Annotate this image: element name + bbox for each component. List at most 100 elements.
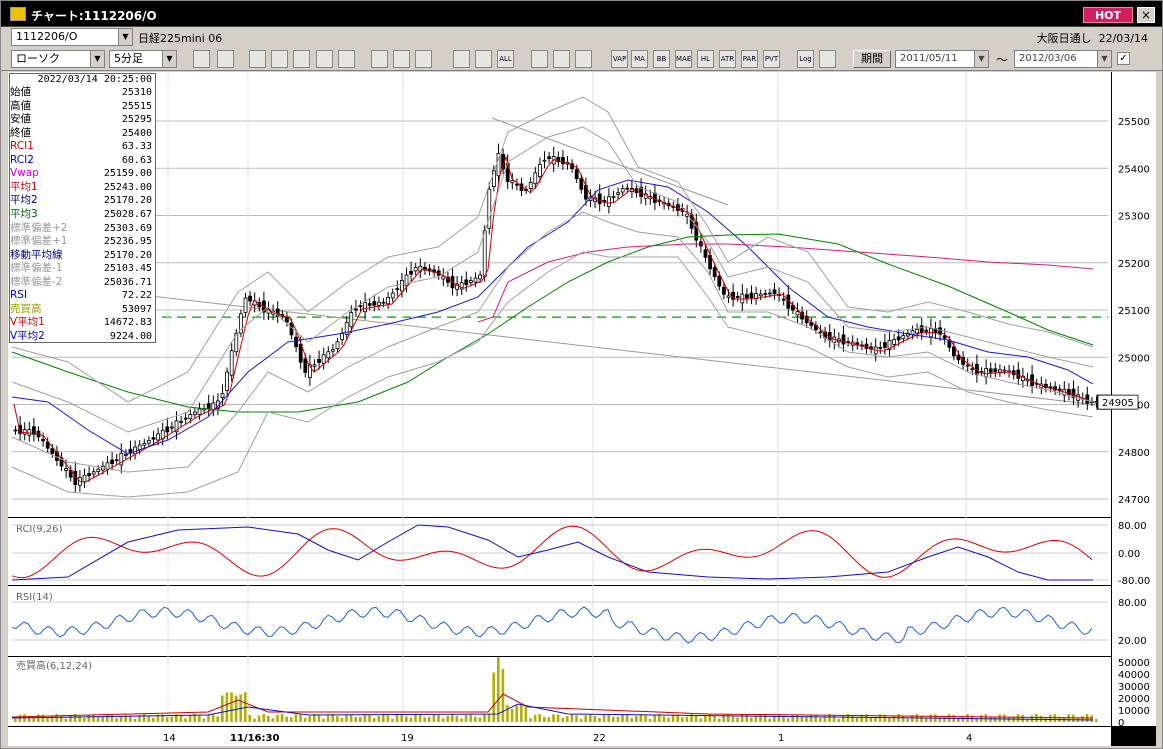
- date-from-field[interactable]: 2011/05/11 ▼: [895, 50, 989, 68]
- volume-bar: [575, 715, 578, 722]
- export-icon[interactable]: [819, 50, 836, 68]
- time-label: 14: [163, 733, 176, 744]
- info-label: 始値: [10, 86, 31, 98]
- volume-bar: [616, 716, 620, 722]
- volume-tick-label: 10000: [1118, 706, 1150, 717]
- close-button[interactable]: ×: [1137, 7, 1155, 23]
- volume-bar: [271, 718, 275, 722]
- symbol-select[interactable]: 1112206/O ▼: [11, 28, 133, 46]
- volume-bar: [248, 715, 252, 722]
- volume-bar: [478, 717, 482, 722]
- rci-label: RCI(9,26): [16, 524, 63, 535]
- search-icon[interactable]: [271, 50, 288, 68]
- candle-move-icon[interactable]: [453, 50, 470, 68]
- par-icon[interactable]: PAR: [741, 50, 758, 68]
- pen-icon[interactable]: [553, 50, 570, 68]
- price-tick-label: 25300: [1118, 212, 1150, 223]
- chart-canvas[interactable]: 2550025400253002520025100250002490024800…: [8, 72, 1156, 746]
- candle-body: [197, 408, 202, 415]
- info-row: 標準偏差+2 25303.69: [10, 222, 155, 236]
- volume-bar: [211, 714, 215, 722]
- undo-icon[interactable]: [415, 50, 432, 68]
- chevron-down-icon[interactable]: ▼: [162, 51, 176, 67]
- volume-bar: [432, 714, 436, 722]
- tools-icon[interactable]: [249, 50, 266, 68]
- candle-body: [464, 279, 469, 286]
- vap-icon[interactable]: VAP: [611, 50, 628, 68]
- volume-bar: [308, 716, 311, 722]
- bb-icon[interactable]: BB: [653, 50, 670, 68]
- hl-icon[interactable]: HL: [697, 50, 714, 68]
- candle-body: [294, 336, 299, 348]
- candle-body: [146, 440, 151, 444]
- volume-bar: [644, 715, 647, 722]
- volume-bar: [14, 718, 17, 722]
- candle-body: [892, 339, 896, 345]
- symbol-code: 1112206/O: [16, 30, 78, 43]
- chart-type-select[interactable]: ローソク ▼: [11, 50, 105, 68]
- candle-fit-icon[interactable]: [475, 50, 492, 68]
- info-icon[interactable]: [338, 50, 355, 68]
- rsi-panel: [8, 586, 1111, 656]
- trendline-icon[interactable]: [371, 50, 388, 68]
- calendar-icon[interactable]: ▼: [1097, 51, 1111, 67]
- candle-body: [514, 183, 519, 186]
- price-tick-label: 25500: [1118, 117, 1150, 128]
- zoom-icon[interactable]: [193, 50, 210, 68]
- candle-body: [303, 358, 308, 373]
- price-tick-label: 25000: [1118, 353, 1150, 364]
- volume-bar: [225, 692, 229, 722]
- candle-body: [478, 274, 483, 280]
- price-tick-label: 24700: [1118, 495, 1150, 506]
- compare-icon[interactable]: [293, 50, 310, 68]
- candle-body: [363, 302, 368, 313]
- calendar-icon[interactable]: ▼: [974, 51, 988, 67]
- hot-button[interactable]: HOT: [1083, 7, 1133, 23]
- volume-bar: [837, 718, 840, 722]
- candle-body: [468, 280, 473, 283]
- candle-body: [151, 437, 156, 440]
- candle-body: [772, 289, 777, 294]
- candle-body: [947, 340, 952, 348]
- volume-bar: [18, 714, 22, 722]
- info-row: 標準偏差+1 25236.95: [10, 235, 155, 249]
- period-value: 5分足: [114, 52, 143, 65]
- layout-icon[interactable]: [217, 50, 234, 68]
- chevron-down-icon[interactable]: ▼: [90, 51, 104, 67]
- period-button[interactable]: 期間: [853, 50, 891, 68]
- ma-icon[interactable]: MA: [631, 50, 648, 68]
- all-icon[interactable]: ALL: [497, 50, 514, 68]
- volume-bar: [492, 672, 495, 722]
- chevron-down-icon[interactable]: ▼: [118, 29, 132, 45]
- volume-bar: [506, 705, 509, 722]
- apply-checkbox[interactable]: ✓: [1117, 52, 1130, 65]
- atr-icon[interactable]: ATR: [719, 50, 736, 68]
- signal-icon[interactable]: [316, 50, 333, 68]
- candle-body: [482, 230, 487, 277]
- pvt-icon[interactable]: PVT: [763, 50, 780, 68]
- volume-bar: [400, 714, 403, 722]
- palette-icon[interactable]: [575, 50, 592, 68]
- cursor-icon[interactable]: [393, 50, 410, 68]
- volume-bar: [262, 714, 265, 722]
- candle-body: [896, 336, 901, 341]
- candle-body: [395, 288, 400, 291]
- candle-body: [473, 277, 478, 283]
- chart-area[interactable]: 2550025400253002520025100250002490024800…: [8, 72, 1156, 746]
- volume-bar: [800, 716, 804, 722]
- rci-tick-label: 80.00: [1118, 521, 1147, 532]
- info-value: 25243.00: [103, 181, 152, 193]
- volume-tick-label: 0: [1118, 718, 1124, 729]
- date-to-field[interactable]: 2012/03/06 ▼: [1014, 50, 1112, 68]
- candle-body: [620, 188, 625, 193]
- date-to-value: 2012/03/06: [1019, 53, 1077, 64]
- candle-body: [781, 298, 786, 301]
- market-date: 22/03/14: [1098, 32, 1148, 45]
- log-icon[interactable]: Log: [797, 50, 814, 68]
- volume-bar: [547, 717, 551, 722]
- mae-icon[interactable]: MAE: [675, 50, 692, 68]
- period-select[interactable]: 5分足 ▼: [109, 50, 177, 68]
- volume-tick-label: 40000: [1118, 670, 1150, 681]
- candle-body: [312, 364, 317, 367]
- settings-icon[interactable]: [531, 50, 548, 68]
